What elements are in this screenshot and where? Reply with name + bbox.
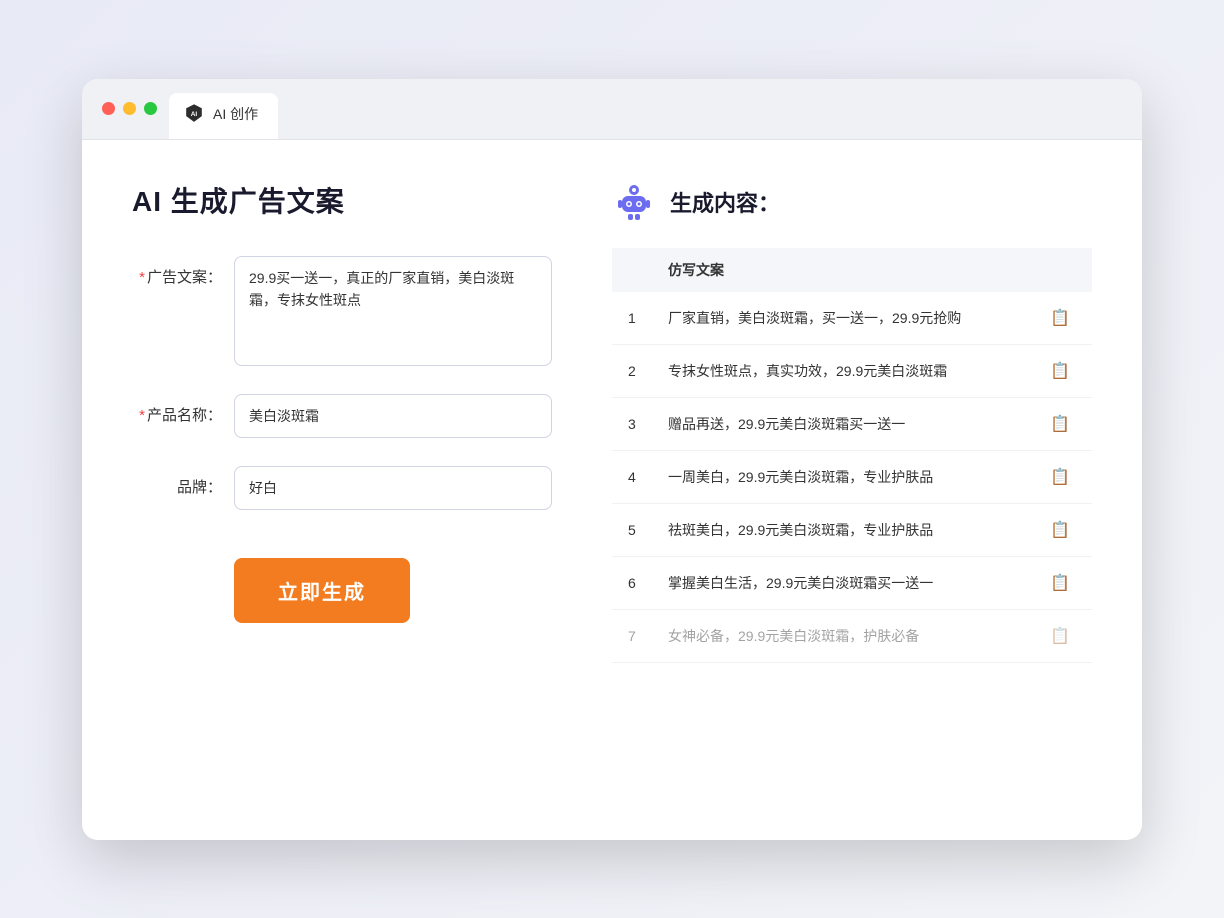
maximize-button[interactable] [144, 102, 157, 115]
row-number: 2 [612, 344, 652, 397]
copy-cell: 📋 [1028, 344, 1092, 397]
content-area: AI 生成广告文案 *广告文案： 29.9买一送一，真正的厂家直销，美白淡斑霜，… [82, 140, 1142, 840]
row-number: 5 [612, 503, 652, 556]
copy-cell: 📋 [1028, 609, 1092, 662]
results-table: 仿写文案 1厂家直销，美白淡斑霜，买一送一，29.9元抢购📋2专抹女性斑点，真实… [612, 248, 1092, 663]
copy-button[interactable]: 📋 [1044, 359, 1076, 383]
row-text: 赠品再送，29.9元美白淡斑霜买一送一 [652, 397, 1028, 450]
copy-cell: 📋 [1028, 503, 1092, 556]
robot-icon [612, 180, 656, 224]
product-name-label: *产品名称： [132, 394, 222, 425]
form-group-product-name: *产品名称： [132, 394, 552, 438]
row-text: 掌握美白生活，29.9元美白淡斑霜买一送一 [652, 556, 1028, 609]
ai-creation-tab[interactable]: AI AI 创作 [169, 93, 278, 139]
copy-cell: 📋 [1028, 556, 1092, 609]
brand-label: 品牌： [132, 466, 222, 497]
copy-button[interactable]: 📋 [1044, 571, 1076, 595]
table-row: 1厂家直销，美白淡斑霜，买一送一，29.9元抢购 📋 [612, 292, 1092, 345]
copy-button[interactable]: 📋 [1044, 306, 1076, 330]
required-star: * [139, 269, 145, 286]
right-header: 生成内容： [612, 180, 1092, 224]
row-number: 7 [612, 609, 652, 662]
row-text: 祛斑美白，29.9元美白淡斑霜，专业护肤品 [652, 503, 1028, 556]
ad-copy-label: *广告文案： [132, 256, 222, 287]
copy-button[interactable]: 📋 [1044, 624, 1076, 648]
ai-tab-icon: AI [183, 103, 205, 125]
table-row: 6掌握美白生活，29.9元美白淡斑霜买一送一 📋 [612, 556, 1092, 609]
traffic-lights [102, 102, 157, 129]
copy-cell: 📋 [1028, 292, 1092, 345]
table-row: 4一周美白，29.9元美白淡斑霜，专业护肤品 📋 [612, 450, 1092, 503]
table-row: 5祛斑美白，29.9元美白淡斑霜，专业护肤品 📋 [612, 503, 1092, 556]
row-number: 3 [612, 397, 652, 450]
right-panel: 生成内容： 仿写文案 1厂家直销，美白淡斑霜，买一送一，29.9元抢购📋2专抹女… [612, 180, 1092, 800]
row-number: 1 [612, 292, 652, 345]
table-row: 7女神必备，29.9元美白淡斑霜，护肤必备 📋 [612, 609, 1092, 662]
ad-copy-input[interactable]: 29.9买一送一，真正的厂家直销，美白淡斑霜，专抹女性斑点 [234, 256, 552, 366]
col-text-header: 仿写文案 [652, 248, 1028, 292]
copy-cell: 📋 [1028, 450, 1092, 503]
browser-window: AI AI 创作 AI 生成广告文案 *广告文案： 29.9买一送一，真正的厂家… [82, 79, 1142, 840]
copy-button[interactable]: 📋 [1044, 465, 1076, 489]
copy-cell: 📋 [1028, 397, 1092, 450]
brand-input[interactable] [234, 466, 552, 510]
table-row: 3赠品再送，29.9元美白淡斑霜买一送一 📋 [612, 397, 1092, 450]
row-text: 厂家直销，美白淡斑霜，买一送一，29.9元抢购 [652, 292, 1028, 345]
copy-button[interactable]: 📋 [1044, 412, 1076, 436]
table-row: 2专抹女性斑点，真实功效，29.9元美白淡斑霜 📋 [612, 344, 1092, 397]
copy-button[interactable]: 📋 [1044, 518, 1076, 542]
minimize-button[interactable] [123, 102, 136, 115]
product-name-input[interactable] [234, 394, 552, 438]
tab-label: AI 创作 [213, 104, 258, 124]
row-text: 一周美白，29.9元美白淡斑霜，专业护肤品 [652, 450, 1028, 503]
svg-text:AI: AI [191, 110, 198, 117]
row-number: 4 [612, 450, 652, 503]
row-number: 6 [612, 556, 652, 609]
required-star-2: * [139, 407, 145, 424]
generate-button[interactable]: 立即生成 [234, 558, 410, 623]
title-bar: AI AI 创作 [82, 79, 1142, 140]
row-text: 女神必备，29.9元美白淡斑霜，护肤必备 [652, 609, 1028, 662]
main-title: AI 生成广告文案 [132, 180, 552, 220]
col-num-header [612, 248, 652, 292]
col-action-header [1028, 248, 1092, 292]
table-header-row: 仿写文案 [612, 248, 1092, 292]
form-group-brand: 品牌： [132, 466, 552, 510]
form-group-ad-copy: *广告文案： 29.9买一送一，真正的厂家直销，美白淡斑霜，专抹女性斑点 [132, 256, 552, 366]
close-button[interactable] [102, 102, 115, 115]
right-title: 生成内容： [670, 186, 780, 218]
row-text: 专抹女性斑点，真实功效，29.9元美白淡斑霜 [652, 344, 1028, 397]
left-panel: AI 生成广告文案 *广告文案： 29.9买一送一，真正的厂家直销，美白淡斑霜，… [132, 180, 552, 800]
